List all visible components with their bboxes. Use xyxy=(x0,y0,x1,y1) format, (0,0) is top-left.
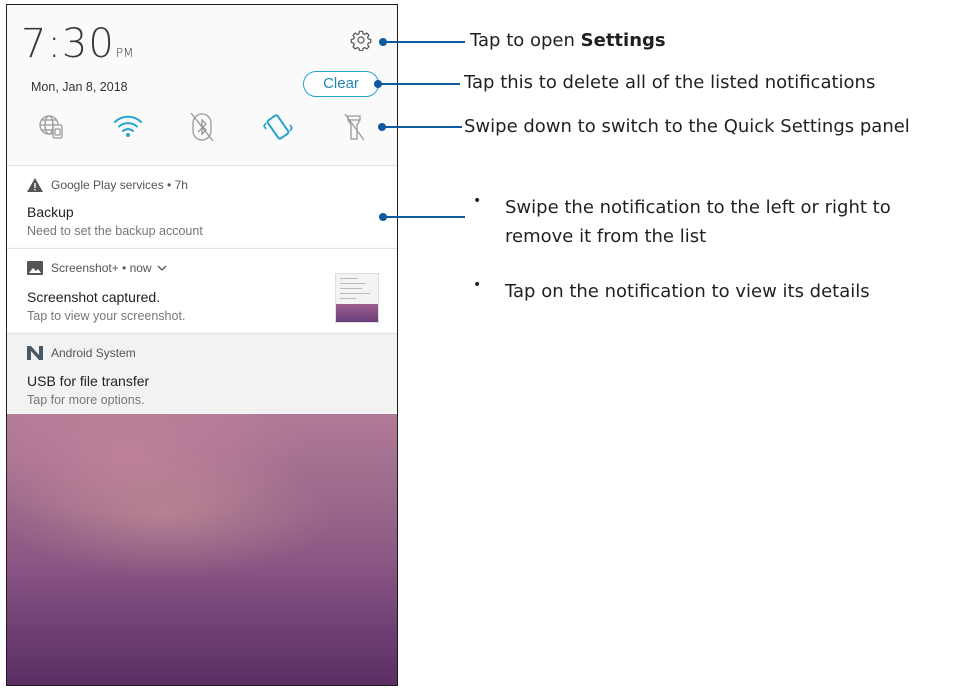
callout-line-clear xyxy=(378,83,460,85)
callout-tap-text: Tap on the notification to view its deta… xyxy=(505,281,870,302)
callout-quick-settings: Swipe down to switch to the Quick Settin… xyxy=(464,116,910,137)
notification-text: Tap for more options. xyxy=(27,393,145,407)
wifi-icon[interactable] xyxy=(113,111,143,143)
notification-title: Backup xyxy=(27,204,74,220)
clear-button[interactable]: Clear xyxy=(303,71,379,97)
screenshot-thumbnail[interactable] xyxy=(335,273,379,323)
notification-header: 7:30PM Mon, Jan 8, 2018 Clear xyxy=(7,5,397,165)
clock-ampm: PM xyxy=(115,46,134,60)
notification-app: Android System xyxy=(51,346,136,360)
chevron-down-icon[interactable] xyxy=(157,264,167,272)
notification-header-row: Android System xyxy=(27,346,136,360)
notification-text: Need to set the backup account xyxy=(27,224,203,238)
notification-usb[interactable]: Android System USB for file transfer Tap… xyxy=(7,333,397,413)
wallpaper xyxy=(7,414,397,685)
vibrate-icon[interactable] xyxy=(263,111,293,143)
globe-sim-icon[interactable] xyxy=(37,111,67,143)
notification-header-row: Screenshot+ • now xyxy=(27,261,167,275)
clock: 7:30PM xyxy=(21,21,134,67)
warning-icon xyxy=(27,178,43,192)
callout-line-quick-settings xyxy=(382,126,462,128)
callout-line-settings xyxy=(383,41,465,43)
notification-screenshot[interactable]: Screenshot+ • now Screenshot captured. T… xyxy=(7,248,397,332)
android-n-icon xyxy=(27,346,43,360)
callout-clear: Tap this to delete all of the listed not… xyxy=(464,72,876,93)
notification-app: Screenshot+ • now xyxy=(51,261,152,275)
notification-backup[interactable]: Google Play services • 7h Backup Need to… xyxy=(7,165,397,247)
notification-text: Tap to view your screenshot. xyxy=(27,309,186,323)
phone-screen: 7:30PM Mon, Jan 8, 2018 Clear Google Pla… xyxy=(6,4,398,686)
notification-title: Screenshot captured. xyxy=(27,289,161,305)
date-label: Mon, Jan 8, 2018 xyxy=(31,80,128,94)
notification-header-row: Google Play services • 7h xyxy=(27,178,188,192)
notification-title: USB for file transfer xyxy=(27,373,150,389)
callout-settings: Tap to open Settings xyxy=(470,30,666,51)
callout-swipe-text: Swipe the notification to the left or ri… xyxy=(505,197,891,247)
image-icon xyxy=(27,261,43,275)
flashlight-off-icon[interactable] xyxy=(339,111,369,143)
callout-line-notification xyxy=(383,216,465,218)
gear-icon[interactable] xyxy=(350,29,372,51)
quick-settings-row xyxy=(7,111,397,153)
bluetooth-off-icon[interactable] xyxy=(187,111,217,143)
notification-app: Google Play services • 7h xyxy=(51,178,188,192)
